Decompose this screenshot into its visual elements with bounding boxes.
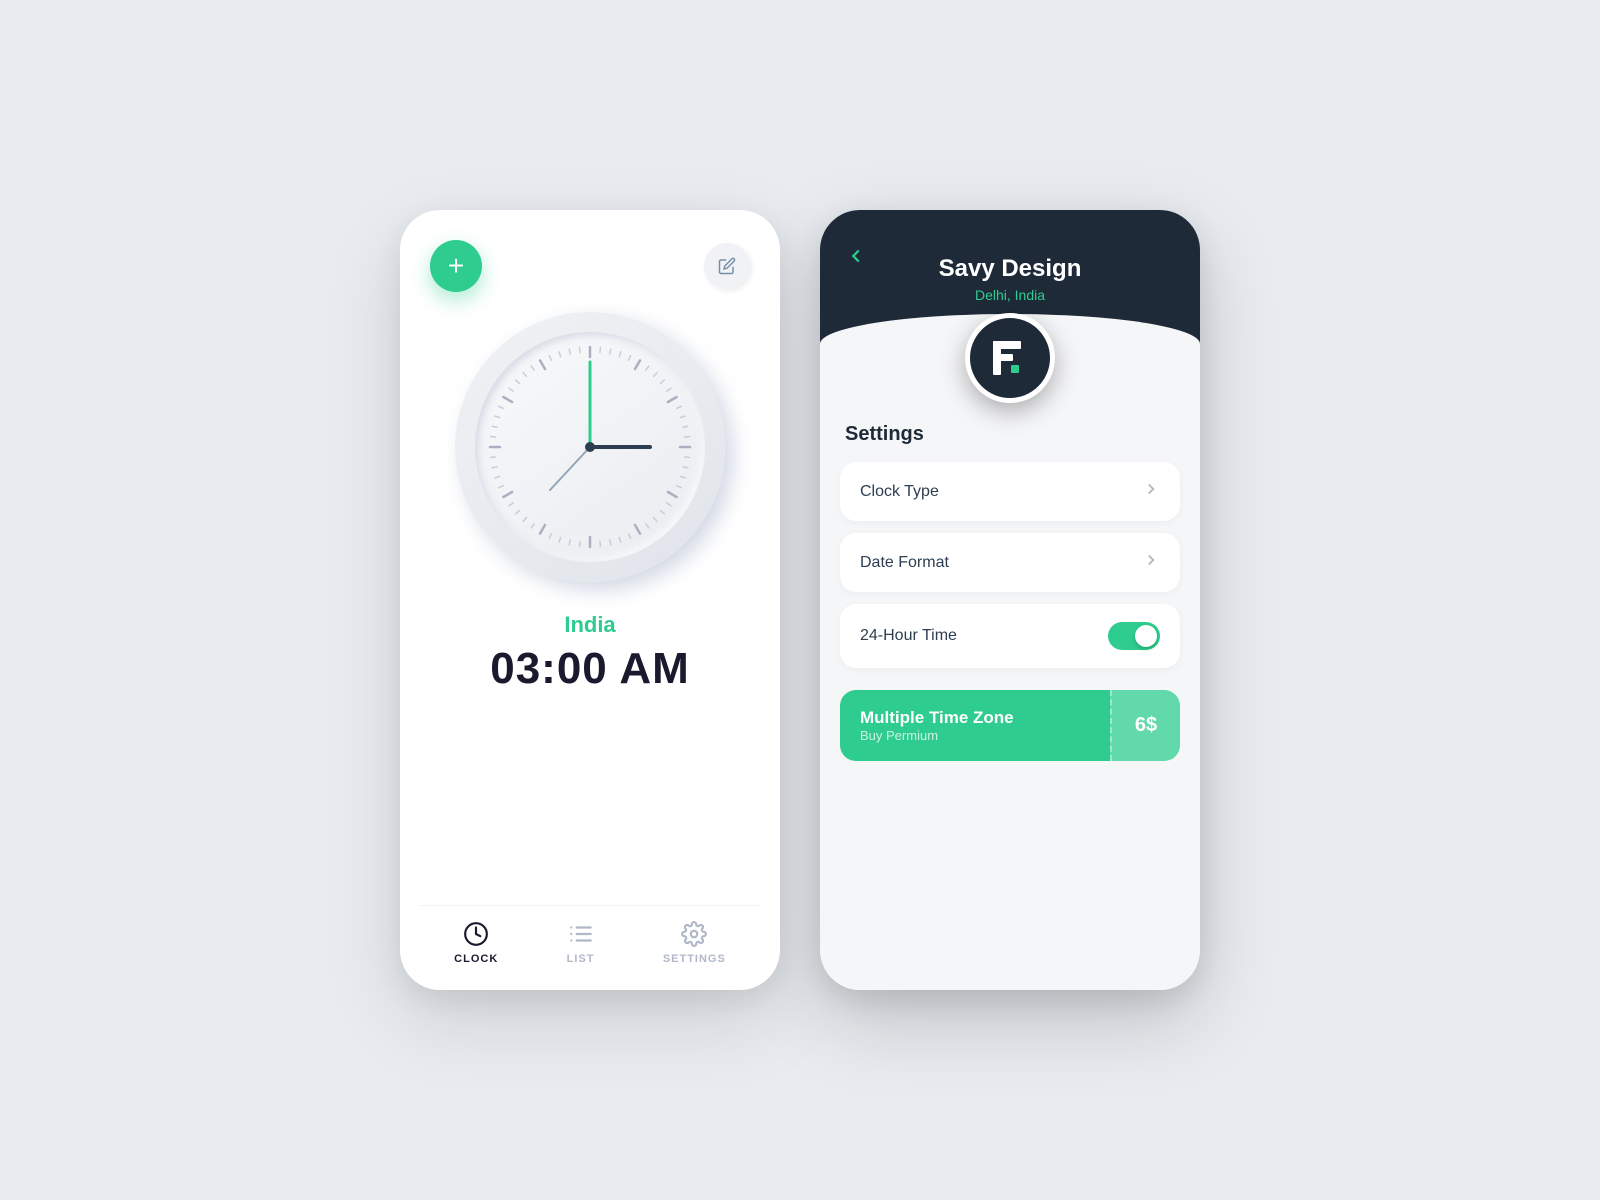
premium-subtitle: Buy Permium	[860, 728, 1014, 743]
back-arrow-icon	[845, 245, 867, 267]
left-phone: + // Will be generated by JS below	[400, 210, 780, 990]
toggle-knob	[1135, 625, 1157, 647]
nav-item-list[interactable]: LIST	[567, 921, 595, 965]
premium-banner[interactable]: Multiple Time Zone Buy Permium 6$	[840, 690, 1180, 761]
premium-price: 6$	[1110, 690, 1180, 761]
profile-location: Delhi, India	[975, 287, 1045, 303]
nav-item-clock[interactable]: CLOCK	[454, 921, 498, 965]
left-phone-top-bar: +	[420, 240, 760, 292]
clock-nav-icon	[463, 921, 489, 947]
clock-type-chevron	[1142, 480, 1160, 503]
right-phone-body: Settings Clock Type Date Format 24-Hour …	[820, 363, 1200, 990]
edit-icon	[718, 257, 736, 275]
clock-time: 03:00 AM	[490, 644, 690, 694]
settings-nav-icon	[681, 921, 707, 947]
settings-item-date-format[interactable]: Date Format	[840, 533, 1180, 592]
settings-item-24hour[interactable]: 24-Hour Time	[840, 604, 1180, 668]
avatar	[965, 313, 1055, 403]
avatar-float	[840, 313, 1180, 403]
bottom-nav: CLOCK LIST SETTINGS	[420, 905, 760, 970]
clock-location: India	[564, 612, 615, 638]
right-phone: Savy Design Delhi, India Settings Clock …	[820, 210, 1200, 990]
clock-inner	[475, 332, 705, 562]
clock-nav-label: CLOCK	[454, 953, 498, 965]
date-format-label: Date Format	[860, 554, 949, 572]
list-nav-label: LIST	[567, 953, 595, 965]
settings-item-clock-type[interactable]: Clock Type	[840, 462, 1180, 521]
logo-icon	[983, 331, 1037, 385]
list-nav-icon	[568, 921, 594, 947]
settings-title: Settings	[840, 423, 1180, 446]
clock-type-label: Clock Type	[860, 483, 939, 501]
premium-text: Multiple Time Zone Buy Permium	[860, 708, 1014, 743]
nav-item-settings[interactable]: SETTINGS	[663, 921, 726, 965]
profile-name: Savy Design	[939, 255, 1082, 283]
back-button[interactable]	[845, 245, 867, 272]
center-dot	[585, 442, 595, 452]
clock-face-svg	[475, 332, 705, 562]
second-hand	[550, 447, 590, 490]
edit-button[interactable]	[704, 243, 750, 289]
24hour-label: 24-Hour Time	[860, 627, 957, 645]
date-format-chevron	[1142, 551, 1160, 574]
premium-title: Multiple Time Zone	[860, 708, 1014, 728]
24hour-toggle[interactable]	[1108, 622, 1160, 650]
clock-outer: // Will be generated by JS below	[455, 312, 725, 582]
add-button[interactable]: +	[430, 240, 482, 292]
settings-nav-label: SETTINGS	[663, 953, 726, 965]
clock-container: // Will be generated by JS below	[455, 312, 725, 582]
